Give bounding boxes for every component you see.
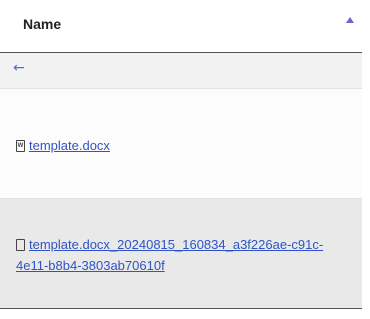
word-document-icon: W xyxy=(16,140,25,152)
file-list-table: Name ← W template.docx template.docx_202… xyxy=(0,0,362,319)
parent-directory-row[interactable]: ← xyxy=(0,53,362,89)
file-link[interactable]: template.docx_20240815_160834_a3f226ae-c… xyxy=(16,237,323,273)
table-row[interactable]: W template.docx xyxy=(0,89,362,199)
name-column-header[interactable]: Name xyxy=(23,16,61,32)
generic-file-icon xyxy=(16,239,25,251)
sort-ascending-icon[interactable] xyxy=(346,17,354,23)
file-link[interactable]: template.docx xyxy=(29,138,110,153)
file-name-cell: W template.docx xyxy=(16,135,354,156)
file-name-cell: template.docx_20240815_160834_a3f226ae-c… xyxy=(16,234,354,276)
table-row[interactable]: template.docx_20240815_160834_a3f226ae-c… xyxy=(0,199,362,309)
back-arrow-icon[interactable]: ← xyxy=(13,60,25,76)
table-header: Name xyxy=(0,0,362,53)
word-document-icon-letter: W xyxy=(17,143,24,149)
